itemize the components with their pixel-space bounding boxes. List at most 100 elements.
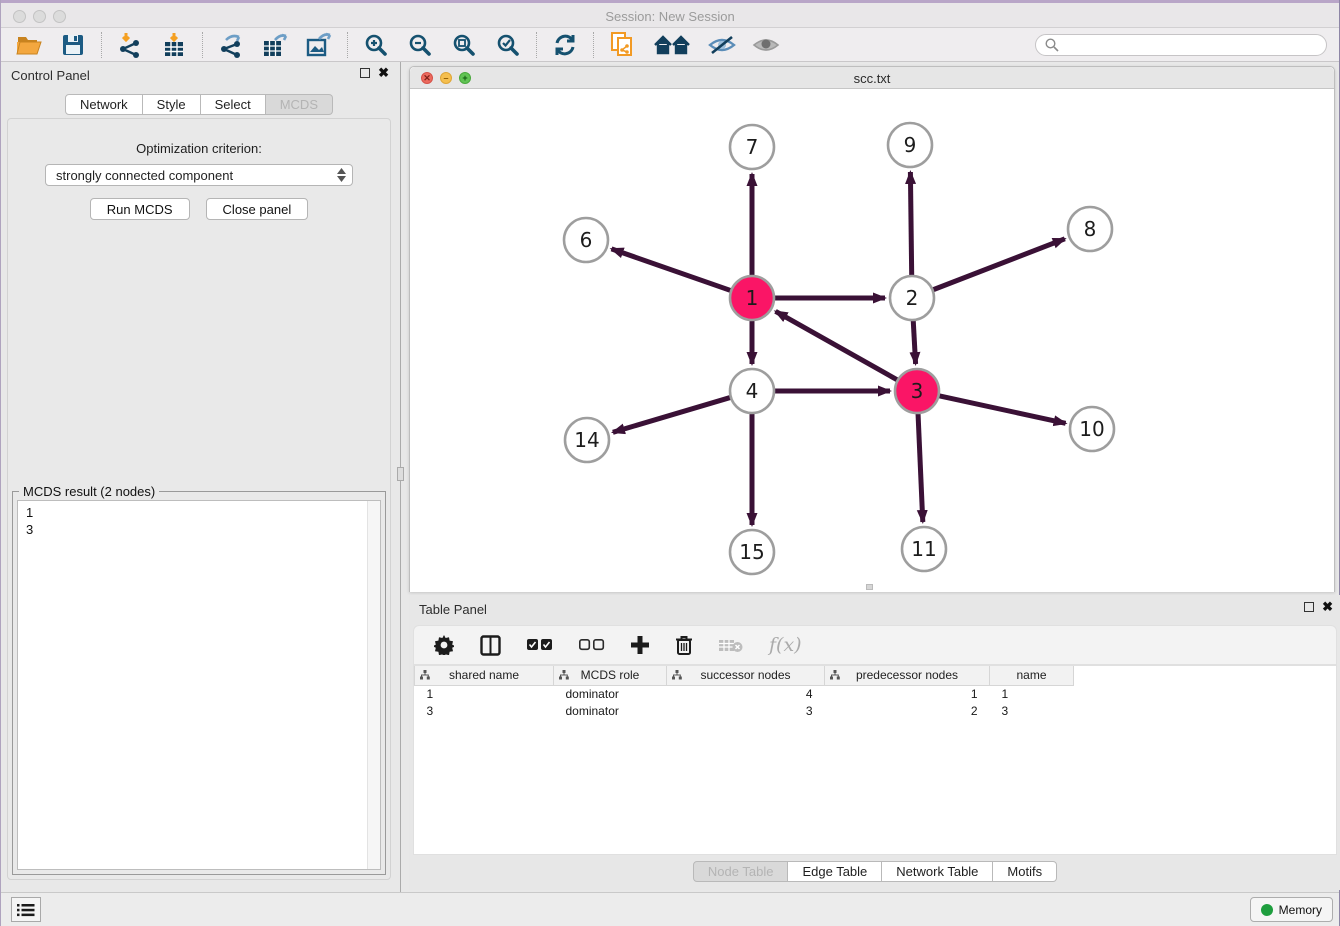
task-history-button[interactable] xyxy=(11,897,41,922)
search-input[interactable] xyxy=(1060,38,1326,52)
zoom-fit-icon[interactable] xyxy=(450,31,478,59)
network-graph-canvas[interactable]: 7 9 6 8 1 2 4 3 14 10 15 11 xyxy=(410,89,1334,592)
settings-gear-icon[interactable] xyxy=(434,633,454,657)
close-panel-icon[interactable]: ✖ xyxy=(378,68,389,78)
graph-node-11[interactable]: 11 xyxy=(902,527,946,571)
export-image-icon[interactable] xyxy=(305,31,333,59)
close-table-panel-icon[interactable]: ✖ xyxy=(1322,602,1333,612)
add-column-icon[interactable] xyxy=(631,633,649,657)
zoom-out-icon[interactable] xyxy=(406,31,434,59)
search-icon xyxy=(1044,37,1060,53)
show-all-icon[interactable] xyxy=(752,31,780,59)
graph-node-9[interactable]: 9 xyxy=(888,123,932,167)
memory-button[interactable]: Memory xyxy=(1250,897,1333,922)
graph-node-10[interactable]: 10 xyxy=(1070,407,1114,451)
tab-motifs[interactable]: Motifs xyxy=(993,861,1057,882)
tab-edge-table[interactable]: Edge Table xyxy=(788,861,882,882)
result-scrollbar[interactable] xyxy=(367,501,380,869)
refresh-icon[interactable] xyxy=(551,31,579,59)
window-resize-grip[interactable] xyxy=(866,584,873,590)
mcds-result-title: MCDS result (2 nodes) xyxy=(19,484,159,499)
divider-grip-handle[interactable] xyxy=(397,467,404,481)
mcds-result-text: 1 3 xyxy=(18,501,366,869)
tab-network[interactable]: Network xyxy=(65,94,143,115)
export-network-icon[interactable] xyxy=(217,31,245,59)
float-table-panel-icon[interactable] xyxy=(1304,602,1314,612)
import-table-icon[interactable] xyxy=(160,31,188,59)
panel-divider[interactable] xyxy=(397,62,404,892)
run-mcds-button[interactable]: Run MCDS xyxy=(90,198,190,220)
import-network-icon[interactable] xyxy=(116,31,144,59)
graph-node-4[interactable]: 4 xyxy=(730,369,774,413)
edge-1-6[interactable] xyxy=(612,249,732,291)
graph-node-14[interactable]: 14 xyxy=(565,418,609,462)
tab-mcds[interactable]: MCDS xyxy=(266,94,333,115)
table-toolbar: f(x) xyxy=(413,625,1337,665)
network-window-titlebar[interactable]: ✕ – + scc.txt xyxy=(410,67,1334,89)
tab-network-table[interactable]: Network Table xyxy=(882,861,993,882)
edge-2-9[interactable] xyxy=(910,172,911,276)
graph-node-15[interactable]: 15 xyxy=(730,530,774,574)
export-table-icon[interactable] xyxy=(261,31,289,59)
list-icon xyxy=(17,903,35,917)
svg-text:8: 8 xyxy=(1084,217,1097,241)
tab-style[interactable]: Style xyxy=(143,94,201,115)
optimization-criterion-label: Optimization criterion: xyxy=(8,141,390,156)
table-row[interactable]: 3dominator323 xyxy=(415,702,1074,719)
svg-text:6: 6 xyxy=(580,228,593,252)
table-row[interactable]: 1dominator411 xyxy=(415,685,1074,702)
svg-text:10: 10 xyxy=(1079,417,1104,441)
svg-text:1: 1 xyxy=(746,286,759,310)
tab-node-table[interactable]: Node Table xyxy=(693,861,789,882)
function-builder-icon[interactable]: f(x) xyxy=(769,633,802,657)
svg-text:4: 4 xyxy=(746,379,759,403)
delete-column-icon[interactable] xyxy=(675,633,693,657)
column-header-name[interactable]: name xyxy=(990,666,1074,685)
edge-2-3[interactable] xyxy=(913,320,915,364)
column-header-predecessor-nodes[interactable]: predecessor nodes xyxy=(825,666,990,685)
control-panel-tabs: NetworkStyleSelectMCDS xyxy=(1,94,397,115)
zoom-selected-icon[interactable] xyxy=(494,31,522,59)
mcds-panel: Optimization criterion: strongly connect… xyxy=(7,118,391,880)
search-field[interactable] xyxy=(1035,34,1327,56)
main-toolbar xyxy=(1,28,1339,62)
tab-select[interactable]: Select xyxy=(201,94,266,115)
delete-table-icon[interactable] xyxy=(719,633,743,657)
edge-2-8[interactable] xyxy=(933,239,1065,290)
home-icon[interactable] xyxy=(652,31,692,59)
select-all-checkboxes-icon[interactable] xyxy=(527,633,553,657)
dropdown-spinner-icon xyxy=(334,167,348,183)
table-panel-title: Table Panel xyxy=(419,602,487,617)
open-session-icon[interactable] xyxy=(15,31,43,59)
close-panel-button[interactable]: Close panel xyxy=(206,198,309,220)
svg-text:11: 11 xyxy=(911,537,936,561)
edge-3-1[interactable] xyxy=(776,311,898,380)
network-window-title: scc.txt xyxy=(410,71,1334,86)
graph-node-1[interactable]: 1 xyxy=(730,276,774,320)
network-view-window: ✕ – + scc.txt 7 9 6 8 1 2 4 3 14 10 15 11 xyxy=(409,66,1335,592)
graph-node-3[interactable]: 3 xyxy=(895,369,939,413)
graph-node-2[interactable]: 2 xyxy=(890,276,934,320)
network-from-clipboard-icon[interactable] xyxy=(608,31,636,59)
show-column-icon[interactable] xyxy=(480,633,501,657)
svg-text:2: 2 xyxy=(906,286,919,310)
float-panel-icon[interactable] xyxy=(360,68,370,78)
column-header-successor-nodes[interactable]: successor nodes xyxy=(667,666,825,685)
hide-selected-icon[interactable] xyxy=(708,31,736,59)
criterion-dropdown-value: strongly connected component xyxy=(56,168,233,183)
graph-node-6[interactable]: 6 xyxy=(564,218,608,262)
control-panel-title: Control Panel xyxy=(11,68,90,83)
edge-4-14[interactable] xyxy=(613,397,731,432)
column-header-MCDS-role[interactable]: MCDS role xyxy=(554,666,667,685)
node-table: shared nameMCDS rolesuccessor nodesprede… xyxy=(413,665,1337,855)
criterion-dropdown[interactable]: strongly connected component xyxy=(45,164,353,186)
graph-node-8[interactable]: 8 xyxy=(1068,207,1112,251)
zoom-in-icon[interactable] xyxy=(362,31,390,59)
graph-node-7[interactable]: 7 xyxy=(730,125,774,169)
edge-3-10[interactable] xyxy=(939,396,1066,424)
edge-3-11[interactable] xyxy=(918,413,923,522)
save-session-icon[interactable] xyxy=(59,31,87,59)
memory-status-icon xyxy=(1261,904,1273,916)
column-header-shared-name[interactable]: shared name xyxy=(415,666,554,685)
deselect-all-checkboxes-icon[interactable] xyxy=(579,633,605,657)
